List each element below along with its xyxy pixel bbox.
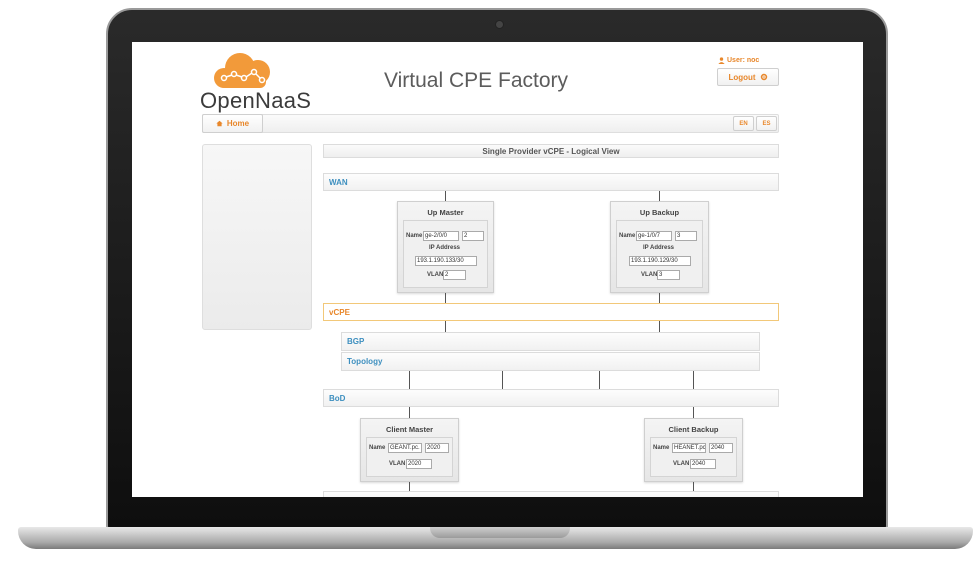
gear-icon bbox=[760, 73, 767, 81]
unit-input[interactable]: 2 bbox=[462, 231, 484, 241]
user-indicator[interactable]: User: noc bbox=[718, 57, 759, 64]
user-icon bbox=[718, 57, 725, 64]
connector-line bbox=[409, 407, 410, 418]
client-master-panel: Client Master Name GEANT.pc. 2020 VLAN 2… bbox=[360, 418, 459, 482]
iface-input[interactable]: GEANT.pc. bbox=[388, 443, 422, 453]
connector-line bbox=[409, 371, 410, 389]
page-title: Virtual CPE Factory bbox=[384, 69, 569, 92]
lang-es-button[interactable]: ES bbox=[756, 116, 777, 131]
ip-address-label: IP Address bbox=[643, 245, 675, 251]
connector-line bbox=[693, 482, 694, 491]
section-wan-label: WAN bbox=[329, 177, 348, 187]
iface-input[interactable]: ge-1/0/7 bbox=[636, 231, 672, 241]
connector-line bbox=[599, 371, 600, 389]
section-vcpe[interactable]: vCPE bbox=[323, 303, 779, 321]
section-topology[interactable]: Topology bbox=[341, 352, 760, 371]
iface-input[interactable]: HEANET.pc bbox=[672, 443, 706, 453]
nav-bar bbox=[202, 114, 779, 133]
section-bod-label: BoD bbox=[329, 393, 346, 403]
up-backup-panel: Up Backup Name ge-1/0/7 3 IP Address 193… bbox=[610, 201, 709, 293]
client-master-title: Client Master bbox=[385, 425, 434, 434]
ip-input[interactable]: 193.1.190.133/30 bbox=[415, 256, 477, 266]
section-wan[interactable]: WAN bbox=[323, 173, 779, 191]
unit-input[interactable]: 3 bbox=[675, 231, 697, 241]
vlan-input[interactable]: 2 bbox=[443, 270, 466, 280]
connector-line bbox=[445, 321, 446, 332]
section-next bbox=[323, 491, 779, 497]
connector-line bbox=[659, 191, 660, 201]
name-label: Name bbox=[369, 445, 386, 451]
up-backup-title: Up Backup bbox=[639, 208, 680, 217]
vlan-label: VLAN bbox=[389, 461, 406, 467]
connector-line bbox=[693, 371, 694, 389]
name-label: Name bbox=[653, 445, 670, 451]
lang-es-label: ES bbox=[762, 120, 771, 127]
view-title: Single Provider vCPE - Logical View bbox=[323, 144, 779, 158]
section-topology-label: Topology bbox=[347, 357, 383, 366]
client-backup-title: Client Backup bbox=[668, 425, 719, 434]
user-label: User: noc bbox=[727, 57, 760, 64]
laptop-base-notch bbox=[430, 527, 570, 538]
opennaas-cloud-logo bbox=[214, 53, 270, 88]
section-bgp[interactable]: BGP bbox=[341, 332, 760, 351]
camera-icon bbox=[495, 20, 504, 29]
lang-en-button[interactable]: EN bbox=[733, 116, 754, 131]
logout-button[interactable]: Logout bbox=[717, 68, 779, 86]
vlan-label: VLAN bbox=[427, 272, 444, 278]
vlan-input[interactable]: 2020 bbox=[406, 459, 432, 469]
vlan-input[interactable]: 2040 bbox=[690, 459, 716, 469]
name-label: Name bbox=[619, 233, 636, 239]
unit-input[interactable]: 2020 bbox=[425, 443, 449, 453]
section-vcpe-label: vCPE bbox=[329, 307, 350, 317]
home-button[interactable]: Home bbox=[202, 114, 263, 133]
sidebar bbox=[202, 144, 312, 330]
name-label: Name bbox=[406, 233, 423, 239]
connector-line bbox=[409, 482, 410, 491]
connector-line bbox=[659, 293, 660, 303]
logout-label: Logout bbox=[728, 72, 756, 82]
unit-input[interactable]: 2040 bbox=[709, 443, 733, 453]
connector-line bbox=[445, 191, 446, 201]
section-bgp-label: BGP bbox=[347, 337, 365, 346]
connector-line bbox=[445, 293, 446, 303]
client-backup-panel: Client Backup Name HEANET.pc 2040 VLAN 2… bbox=[644, 418, 743, 482]
home-icon bbox=[216, 120, 223, 127]
connector-line bbox=[693, 407, 694, 418]
app-screen: OpenNaaS Virtual CPE Factory User: noc L… bbox=[132, 42, 863, 497]
vlan-label: VLAN bbox=[673, 461, 690, 467]
home-label: Home bbox=[226, 119, 250, 128]
logo-text: OpenNaaS bbox=[200, 88, 312, 113]
connector-line bbox=[659, 321, 660, 332]
vlan-input[interactable]: 3 bbox=[657, 270, 680, 280]
up-master-title: Up Master bbox=[427, 208, 464, 217]
ip-address-label: IP Address bbox=[429, 245, 461, 251]
lang-en-label: EN bbox=[739, 120, 748, 127]
iface-input[interactable]: ge-2/0/0 bbox=[423, 231, 459, 241]
ip-input[interactable]: 193.1.190.129/30 bbox=[629, 256, 691, 266]
up-master-panel: Up Master Name ge-2/0/0 2 IP Address 193… bbox=[397, 201, 494, 293]
vlan-label: VLAN bbox=[641, 272, 658, 278]
connector-line bbox=[502, 371, 503, 389]
section-bod[interactable]: BoD bbox=[323, 389, 779, 407]
